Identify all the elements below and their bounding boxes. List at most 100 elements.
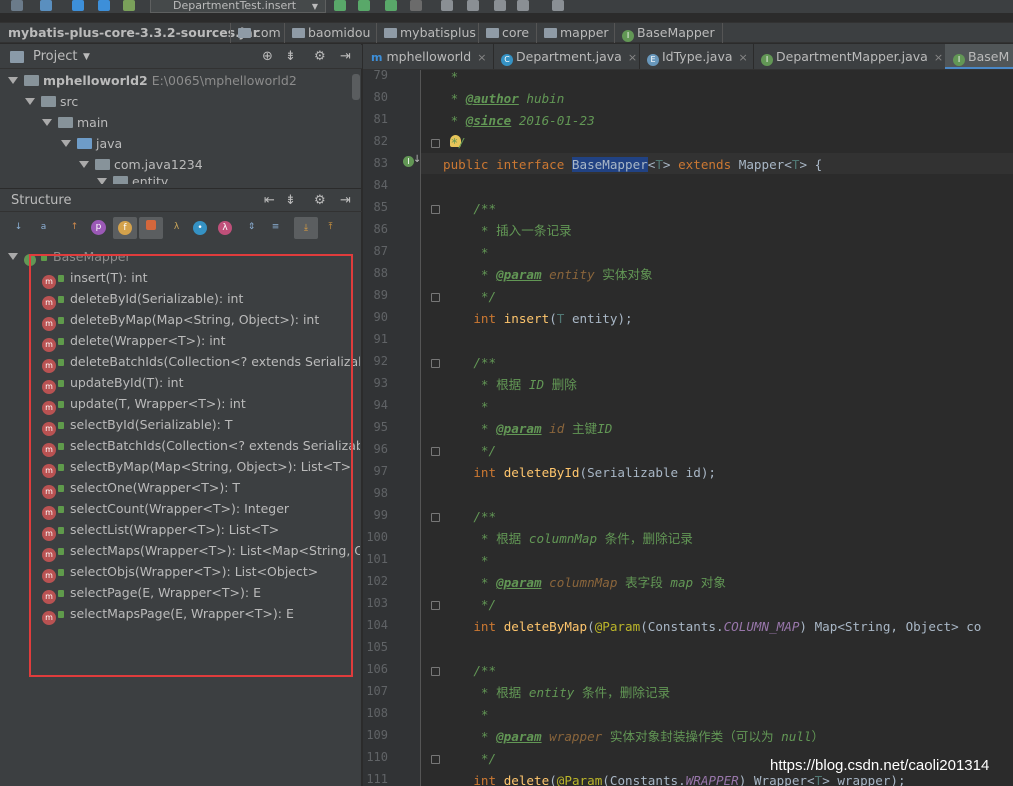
forward-arrow-icon[interactable] [98,0,110,11]
tree-item-src[interactable]: src [25,92,78,112]
autoscroll-to-source-button[interactable]: ⤓ [294,217,318,239]
tree-item-entity[interactable]: entity [97,176,168,184]
autoscroll-from-source-icon[interactable]: ⤒ [322,219,339,236]
collapse-all-icon[interactable]: ⇟ [285,45,296,69]
navigate-icon[interactable]: ⇤ [264,189,275,213]
line-number: 99 [373,508,388,522]
run-icon[interactable] [334,0,346,11]
module-folder-icon [24,75,39,86]
tool-icon[interactable] [517,0,529,11]
show-lambdas-icon[interactable]: λ [168,219,185,236]
project-panel-header: Project ▼ ⊕ ⇟ ⚙ ⇥ [0,45,362,69]
tab-departmentmapper-java[interactable]: I DepartmentMapper.java × [753,44,943,69]
sync-icon[interactable] [40,0,52,11]
breadcrumb-item-mapper[interactable]: mapper [544,25,609,41]
show-fields-button[interactable]: f [113,217,137,239]
expand-all-icon[interactable]: ⇕ [243,219,260,236]
code-line: * @param wrapper 实体对象封装操作类（可以为 null） [443,729,825,744]
tree-item-java[interactable]: java [61,134,122,154]
code-keyword: int [473,619,504,634]
tab-idtype-java[interactable]: E IdType.java × [639,44,748,69]
editor-tab-bar: m mphelloworld × C Department.java × E IdTyp… [363,44,1013,70]
line-number: 82 [373,134,388,148]
breadcrumb-item-com[interactable]: com [238,25,281,41]
code-line: * 根据 columnMap 条件，删除记录 [443,531,693,546]
gear-icon[interactable]: ⚙ [314,45,326,69]
close-icon[interactable]: × [628,51,637,64]
coverage-icon[interactable] [385,0,397,11]
vcs-icon[interactable] [552,0,564,11]
code-text: */ [480,597,497,612]
sort-by-visibility-icon[interactable]: ↓ [10,219,27,236]
show-non-public-button[interactable] [139,217,163,239]
hide-panel-icon[interactable]: ⇥ [340,45,351,69]
breadcrumb-item-jar[interactable]: mybatis-plus-core-3.3.2-sources.jar [8,25,259,41]
project-scrollbar[interactable] [352,74,360,100]
project-panel-title[interactable]: Project [33,45,77,69]
code-text: 条件，删除记录 [574,685,671,700]
code-line: * @author hubin [443,91,565,106]
collapse-all-icon[interactable]: ≡ [267,219,284,236]
back-arrow-icon[interactable] [72,0,84,11]
code-text: 根据 [496,531,529,546]
code-text: 删除 [544,377,577,392]
code-line: int delete(@Param(Constants.WRAPPER) Wra… [473,773,906,786]
breadcrumb-item-mybatisplus[interactable]: mybatisplus [384,25,476,41]
tab-basemapper-active[interactable]: I BaseM [945,44,1013,69]
code-line: * @since 2016-01-23 [443,113,595,128]
code-keyword: int [473,465,504,480]
package-icon [113,176,128,184]
code-text: 插入一条记录 [496,223,572,238]
settings-icon[interactable] [494,0,506,11]
tab-department-java[interactable]: C Department.java × [493,44,637,69]
build-icon[interactable] [123,0,135,11]
code-annotation: @Param [556,773,603,786]
breadcrumb-item-basemapper[interactable]: I BaseMapper [622,25,715,42]
close-icon[interactable]: × [477,51,486,64]
tree-item-label: src [60,94,79,109]
code-editor[interactable]: * * @author hubin * @since 2016-01-23 */… [421,70,1013,786]
expand-arrow-icon [42,119,52,126]
line-number: 100 [366,530,388,544]
close-icon[interactable]: × [934,51,943,64]
lambda-icon[interactable]: λ [218,221,232,235]
tab-mphelloworld[interactable]: m mphelloworld × [363,44,486,69]
doc-tag: @param [496,729,542,744]
gear-icon[interactable]: ⚙ [314,189,326,213]
code-function: deleteById [503,465,580,480]
hide-panel-icon[interactable]: ⇥ [340,189,351,213]
save-icon[interactable] [11,0,23,11]
tree-item-package[interactable]: com.java1234 [79,155,203,175]
line-number: 88 [373,266,388,280]
code-constant: COLUMN_MAP [723,619,800,634]
close-icon[interactable]: × [739,51,748,64]
expand-arrow-icon [97,178,107,184]
code-text: (Constants. [602,773,686,786]
collapse-icon[interactable]: ⇟ [285,189,296,213]
code-text: entity); [564,311,633,326]
code-annotation: @Param [594,619,641,634]
debug-icon[interactable] [358,0,370,11]
chevron-down-icon[interactable]: ▼ [83,45,90,69]
breadcrumb-item-baomidou[interactable]: baomidou [292,25,370,41]
tree-item-project-root[interactable]: mphelloworld2 E:\0065\mphelloworld2 [8,71,297,91]
line-number: 91 [373,332,388,346]
breadcrumb-item-core[interactable]: core [486,25,529,41]
code-line: * [443,398,489,416]
sdk-icon[interactable] [467,0,479,11]
tree-item-main[interactable]: main [42,113,108,133]
anonymous-classes-icon[interactable]: • [193,221,207,235]
show-properties-icon[interactable]: p [91,220,106,235]
run-configuration-selector[interactable]: DepartmentTest.insert ▼ [150,0,326,13]
tab-label: mphelloworld [386,49,472,64]
project-structure-icon[interactable] [441,0,453,11]
show-inherited-icon[interactable]: ↑ [66,219,83,236]
stop-icon[interactable] [410,0,422,11]
code-text: ) Wrapper< [738,773,815,786]
code-line: * [443,244,489,262]
sort-alphabetically-icon[interactable]: a [35,219,52,236]
code-text: /** [473,355,497,370]
line-number: 106 [366,662,388,676]
source-folder-icon [77,138,92,149]
target-icon[interactable]: ⊕ [262,45,273,69]
